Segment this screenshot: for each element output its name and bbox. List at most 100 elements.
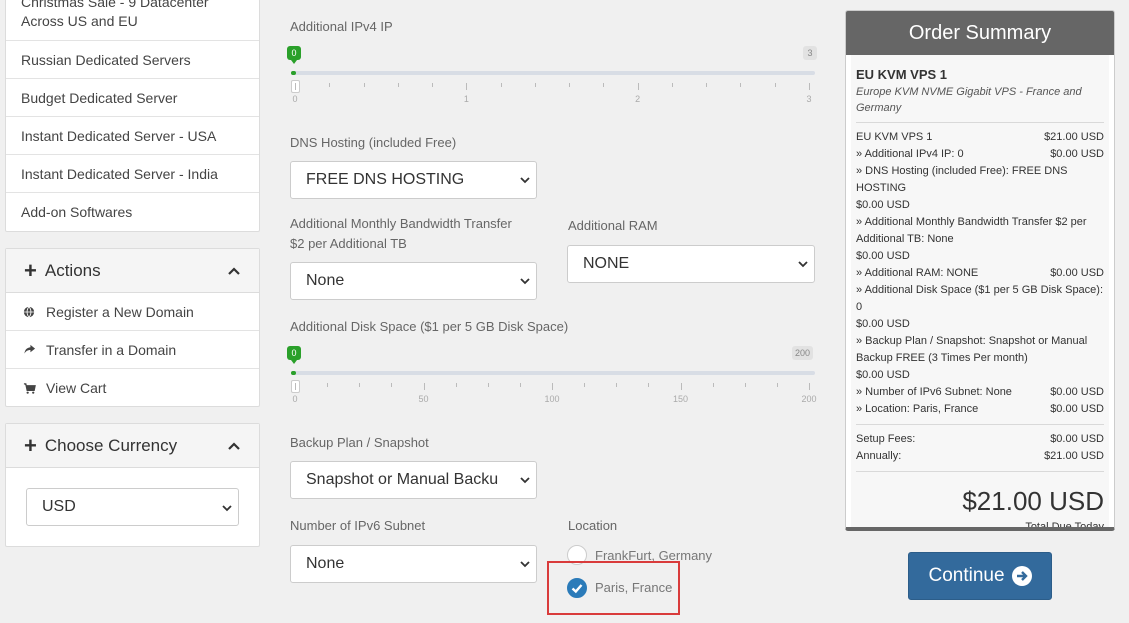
bandwidth-label-line1: Additional Monthly Bandwidth Transfer <box>290 216 512 231</box>
backup-select[interactable]: Snapshot or Manual Backu <box>290 461 537 499</box>
ipv4-tick-label: 2 <box>635 94 641 104</box>
view-cart-label: View Cart <box>46 380 107 396</box>
bandwidth-label-line2: $2 per Additional TB <box>290 236 407 251</box>
order-summary: Order Summary EU KVM VPS 1 Europe KVM NV… <box>845 10 1115 531</box>
ipv4-tick <box>466 83 468 90</box>
disk-value-badge: 0 <box>287 346 301 364</box>
ipv4-tick-label: 1 <box>463 94 469 104</box>
transfer-domain-link[interactable]: Transfer in a Domain <box>6 331 259 369</box>
category-instant-india[interactable]: Instant Dedicated Server - India <box>6 155 259 193</box>
summary-line: EU KVM VPS 1 $21.00 USD <box>856 129 1104 146</box>
category-budget-dedicated[interactable]: Budget Dedicated Server <box>6 79 259 117</box>
chevron-up-icon[interactable] <box>227 264 241 278</box>
location-radio-paris[interactable] <box>567 578 587 598</box>
summary-line-price: $0.00 USD <box>856 318 910 330</box>
currency-select[interactable]: USD <box>26 488 239 526</box>
summary-line-text: » Additional Disk Space ($1 per 5 GB Dis… <box>856 284 1104 313</box>
disk-slider-fill <box>291 371 296 375</box>
ipv4-tick-label: 0 <box>292 94 298 104</box>
ipv4-slider-track[interactable] <box>291 71 815 75</box>
disk-tick <box>295 383 296 390</box>
currency-header[interactable]: + Choose Currency <box>6 424 259 468</box>
currency-panel: + Choose Currency USD <box>5 423 260 547</box>
ipv4-tick <box>432 83 434 87</box>
disk-tick-label: 50 <box>418 394 429 404</box>
register-domain-link[interactable]: Register a New Domain <box>6 293 259 331</box>
continue-label: Continue <box>928 565 1005 586</box>
disk-tick <box>776 383 778 387</box>
share-icon <box>22 343 36 357</box>
ipv4-tick-label: 3 <box>806 94 812 104</box>
actions-header[interactable]: + Actions <box>6 249 259 293</box>
ram-value: NONE <box>583 255 630 272</box>
chevron-down-icon <box>520 561 530 568</box>
summary-line-text: » DNS Hosting (included Free): FREE DNS … <box>856 165 1068 194</box>
disk-tick <box>359 383 361 387</box>
ipv4-tick <box>363 83 365 87</box>
transfer-domain-label: Transfer in a Domain <box>46 341 177 358</box>
disk-tick <box>616 383 618 387</box>
summary-line: » Additional Monthly Bandwidth Transfer … <box>856 214 1104 265</box>
actions-title: Actions <box>44 260 101 280</box>
disk-tick <box>809 383 810 390</box>
register-domain-label: Register a New Domain <box>46 303 194 320</box>
bandwidth-value: None <box>306 272 345 289</box>
chevron-down-icon <box>520 477 530 484</box>
ram-select[interactable]: NONE <box>567 245 815 283</box>
summary-line-price: $0.00 USD <box>1050 386 1104 398</box>
category-christmas-sale[interactable]: Christmas Sale - 9 Datacenter Across US … <box>6 0 259 41</box>
summary-line: » Additional IPv4 IP: 0 $0.00 USD <box>856 146 1104 163</box>
disk-tick <box>519 383 521 387</box>
summary-line-text: EU KVM VPS 1 <box>856 131 933 143</box>
order-summary-body: EU KVM VPS 1 Europe KVM NVME Gigabit VPS… <box>851 55 1109 527</box>
ipv4-tick <box>603 83 605 87</box>
order-summary-title: Order Summary <box>846 11 1114 55</box>
summary-line: » Additional Disk Space ($1 per 5 GB Dis… <box>856 282 1104 333</box>
disk-tick <box>391 383 393 387</box>
summary-lines: EU KVM VPS 1 $21.00 USD » Additional IPv4 … <box>856 129 1104 418</box>
ipv4-tick <box>706 83 708 87</box>
disk-label: Additional Disk Space ($1 per 5 GB Disk … <box>290 319 569 334</box>
globe-icon <box>22 305 36 319</box>
disk-tick-label: 200 <box>801 394 817 404</box>
ipv4-tick <box>774 83 776 87</box>
currency-title: Choose Currency <box>44 435 178 455</box>
summary-line-price: $0.00 USD <box>1050 267 1104 279</box>
summary-line: » DNS Hosting (included Free): FREE DNS … <box>856 163 1104 214</box>
summary-line: » Additional RAM: NONE $0.00 USD <box>856 265 1104 282</box>
chevron-down-icon <box>222 505 232 512</box>
summary-line-price: $0.00 USD <box>1050 403 1104 415</box>
summary-line-price: $0.00 USD <box>856 250 910 262</box>
divider <box>856 471 1104 472</box>
setup-fees-label: Setup Fees: <box>856 433 916 445</box>
ipv6-select[interactable]: None <box>290 545 537 583</box>
disk-tick <box>423 383 425 390</box>
continue-button[interactable]: Continue <box>908 552 1052 600</box>
view-cart-link[interactable]: View Cart <box>6 369 259 407</box>
category-russian-dedicated[interactable]: Russian Dedicated Servers <box>6 41 259 79</box>
disk-max-badge: 200 <box>792 346 814 360</box>
disk-tick-label: 0 <box>292 394 298 404</box>
category-addon-softwares[interactable]: Add-on Softwares <box>6 193 259 231</box>
summary-product-name: EU KVM VPS 1 <box>856 67 948 82</box>
disk-tick <box>648 383 650 387</box>
ipv4-tick <box>671 83 673 87</box>
chevron-down-icon <box>520 177 530 184</box>
chevron-up-icon[interactable] <box>227 439 241 453</box>
dns-select[interactable]: FREE DNS HOSTING <box>290 161 537 199</box>
ipv4-tick <box>397 83 399 87</box>
divider <box>856 424 1104 425</box>
annually-label: Annually: <box>856 450 902 462</box>
disk-slider-track[interactable] <box>291 371 815 375</box>
ipv4-tick <box>295 83 296 90</box>
bandwidth-select[interactable]: None <box>290 262 537 300</box>
disk-tick <box>584 383 586 387</box>
category-instant-usa[interactable]: Instant Dedicated Server - USA <box>6 117 259 155</box>
location-paris-label[interactable]: Paris, France <box>595 580 672 595</box>
ipv4-tick <box>500 83 502 87</box>
divider <box>856 122 1104 123</box>
disk-tick <box>680 383 682 390</box>
ram-label: Additional RAM <box>568 218 658 233</box>
summary-line-text: » Additional Monthly Bandwidth Transfer … <box>856 216 1087 245</box>
currency-value: USD <box>42 498 76 515</box>
